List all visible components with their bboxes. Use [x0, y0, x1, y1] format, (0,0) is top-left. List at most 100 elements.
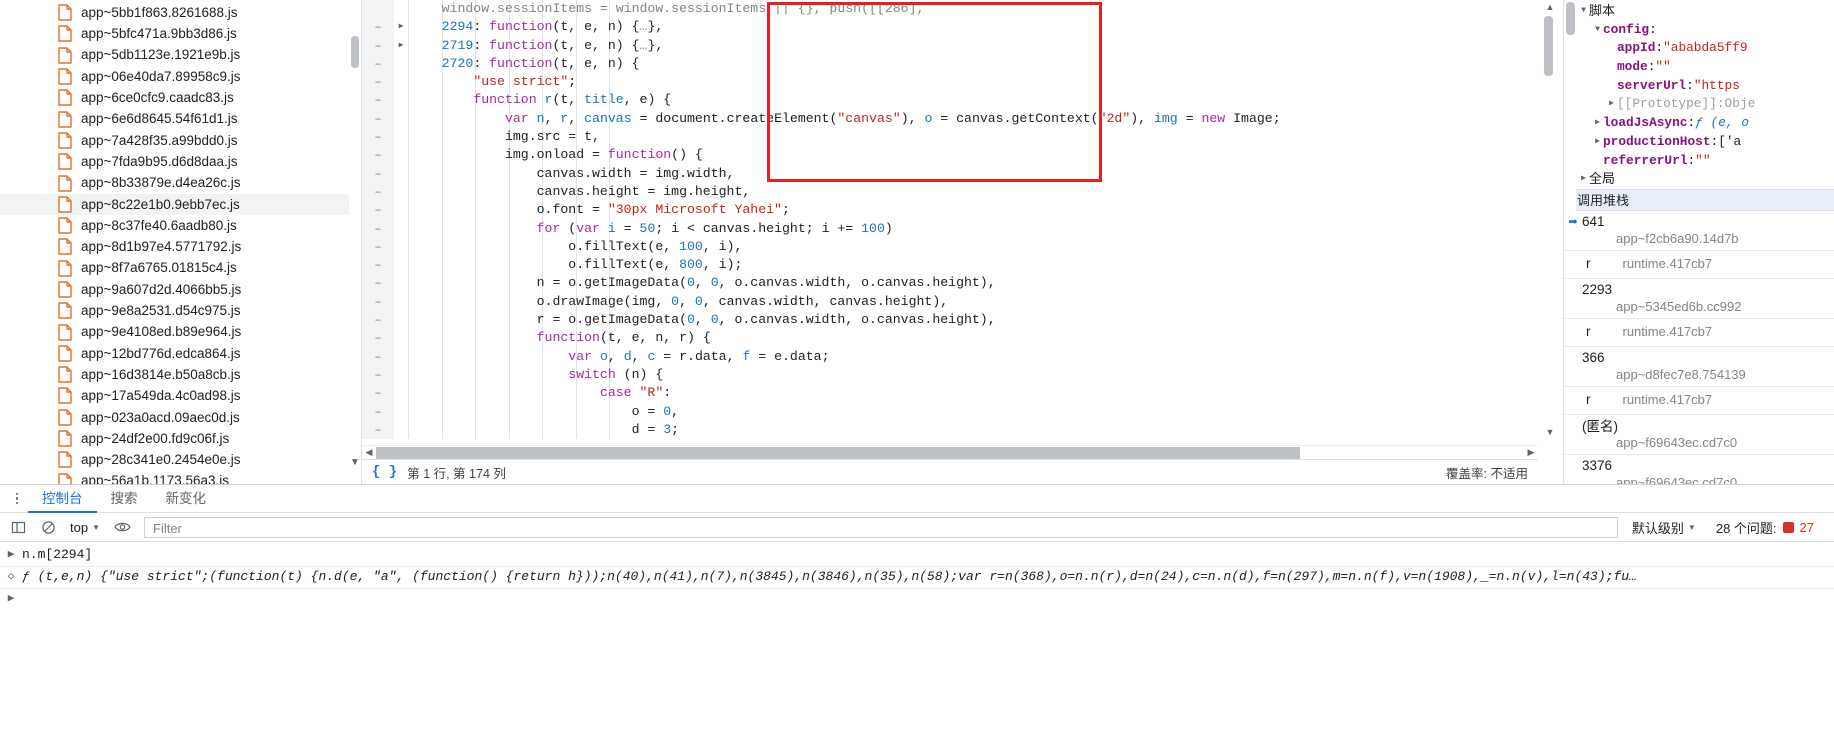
file-list-item[interactable]: app~6ce0cfc9.caadc83.js: [0, 87, 361, 108]
tree-twisty-icon[interactable]: ▶: [1592, 114, 1603, 133]
call-stack-frame[interactable]: ➡ 641 app~f2cb6a90.14d7b: [1564, 211, 1834, 251]
line-gutter-marker[interactable]: –: [362, 128, 394, 146]
editor-hscroll-thumb[interactable]: [376, 446, 1300, 459]
editor-viewport[interactable]: window.sessionItems = window.sessionItem…: [362, 0, 1538, 439]
drawer-tab[interactable]: 新变化: [152, 485, 221, 513]
code-line[interactable]: – for (var i = 50; i < canvas.height; i …: [362, 220, 1538, 238]
file-list-item[interactable]: app~5bb1f863.8261688.js: [0, 2, 361, 23]
console-entry-arrow-icon[interactable]: ▶: [0, 547, 22, 564]
file-list-item[interactable]: app~16d3814e.b50a8cb.js: [0, 364, 361, 385]
code-line[interactable]: – o = 0,: [362, 403, 1538, 421]
file-list-item[interactable]: app~24df2e00.fd9c06f.js: [0, 428, 361, 449]
console-log-level-select[interactable]: 默认级别 ▼: [1632, 518, 1710, 537]
line-gutter-marker[interactable]: [362, 0, 394, 18]
console-output[interactable]: ▶ n.m[2294] ◇ ƒ (t,e,n) {"use strict";(func…: [0, 542, 1834, 751]
file-list-item[interactable]: app~5db1123e.1921e9b.js: [0, 45, 361, 66]
call-stack-frame[interactable]: r runtime.417cb7: [1564, 251, 1834, 279]
line-gutter-marker[interactable]: –: [362, 201, 394, 219]
file-list-item[interactable]: app~8d1b97e4.5771792.js: [0, 236, 361, 257]
code-line[interactable]: – o.font = "30px Microsoft Yahei";: [362, 201, 1538, 219]
code-line[interactable]: – o.fillText(e, 100, i),: [362, 238, 1538, 256]
console-message-row[interactable]: ◇ ƒ (t,e,n) {"use strict";(function(t) {n…: [0, 567, 1834, 589]
code-line[interactable]: – function r(t, title, e) {: [362, 91, 1538, 109]
pretty-print-icon[interactable]: { }: [372, 464, 397, 480]
file-list-item[interactable]: app~7a428f35.a99bdd0.js: [0, 130, 361, 151]
line-gutter-marker[interactable]: –: [362, 220, 394, 238]
editor-horizontal-scrollbar[interactable]: ◀ ▶: [362, 445, 1538, 459]
code-line[interactable]: – o.drawImage(img, 0, 0, canvas.width, c…: [362, 293, 1538, 311]
chevron-down-icon[interactable]: ▼: [92, 523, 100, 532]
live-expression-eye-icon[interactable]: [110, 515, 134, 539]
call-stack-header[interactable]: ▼ 调用堆栈: [1564, 188, 1834, 211]
file-list-item[interactable]: app~9a607d2d.4066bb5.js: [0, 279, 361, 300]
code-fold-toggle-icon[interactable]: ▶: [394, 37, 408, 55]
debugger-scroll-thumb[interactable]: [1566, 2, 1575, 35]
code-line[interactable]: – d = 3;: [362, 421, 1538, 439]
code-line[interactable]: – canvas.height = img.height,: [362, 183, 1538, 201]
scope-property-row[interactable]: ▶ [[Prototype]]: Obje: [1578, 95, 1834, 114]
code-line[interactable]: – "use strict";: [362, 73, 1538, 91]
file-list-item[interactable]: app~8c37fe40.6aadb80.js: [0, 215, 361, 236]
code-line[interactable]: – r = o.getImageData(0, 0, o.canvas.widt…: [362, 311, 1538, 329]
file-list[interactable]: app~5bb1f863.8261688.js app~5bfc471a.9bb3…: [0, 0, 361, 484]
code-line[interactable]: – ▶ 2719: function(t, e, n) {…},: [362, 37, 1538, 55]
file-list-item[interactable]: app~9e8a2531.d54c975.js: [0, 300, 361, 321]
console-filter-input[interactable]: Filter: [144, 516, 1618, 538]
line-gutter-marker[interactable]: –: [362, 256, 394, 274]
line-gutter-marker[interactable]: –: [362, 238, 394, 256]
scope-property-row[interactable]: mode: "": [1578, 58, 1834, 77]
scope-property-row[interactable]: ▶ loadJsAsync: ƒ (e, o: [1578, 114, 1834, 133]
line-gutter-marker[interactable]: –: [362, 274, 394, 292]
call-stack-frame[interactable]: r runtime.417cb7: [1564, 387, 1834, 415]
editor-scroll-thumb[interactable]: [1544, 16, 1553, 76]
file-list-item[interactable]: app~06e40da7.89958c9.js: [0, 66, 361, 87]
code-line[interactable]: – o.fillText(e, 800, i);: [362, 256, 1538, 274]
navigator-scrollbar[interactable]: ▼: [349, 0, 361, 484]
scope-property-row[interactable]: appId: "ababda5ff9: [1578, 39, 1834, 58]
code-lines[interactable]: window.sessionItems = window.sessionItem…: [362, 0, 1538, 439]
line-gutter-marker[interactable]: –: [362, 146, 394, 164]
console-entry-arrow-icon[interactable]: ◇: [0, 569, 22, 586]
call-stack-frame[interactable]: 366 app~d8fec7e8.754139: [1564, 347, 1834, 387]
line-gutter-marker[interactable]: –: [362, 366, 394, 384]
issues-indicator[interactable]: 28 个问题: 27: [1716, 518, 1828, 537]
code-line[interactable]: – case "R":: [362, 384, 1538, 402]
editor-hscroll-track[interactable]: [376, 446, 1524, 459]
call-stack-frame[interactable]: r runtime.417cb7: [1564, 319, 1834, 347]
code-line[interactable]: – canvas.width = img.width,: [362, 165, 1538, 183]
scope-tree[interactable]: ▼ 脚本 ▼ config: appId: "ababda5ff9 mode: "" ser…: [1578, 0, 1834, 189]
more-options-icon[interactable]: [6, 488, 28, 510]
file-list-item[interactable]: app~8b33879e.d4ea26c.js: [0, 172, 361, 193]
line-gutter-marker[interactable]: –: [362, 165, 394, 183]
execution-context-select[interactable]: top ▼: [66, 516, 104, 538]
file-list-item[interactable]: app~17a549da.4c0ad98.js: [0, 385, 361, 406]
line-gutter-marker[interactable]: –: [362, 37, 394, 55]
file-list-item[interactable]: app~6e6d8645.54f61d1.js: [0, 108, 361, 129]
tree-twisty-icon[interactable]: ▶: [1578, 170, 1589, 189]
editor-vertical-scrollbar[interactable]: ▲ ▼: [1538, 0, 1563, 439]
code-line[interactable]: – var n, r, canvas = document.createElem…: [362, 110, 1538, 128]
code-fold-toggle-icon[interactable]: ▶: [394, 18, 408, 36]
line-gutter-marker[interactable]: –: [362, 384, 394, 402]
tree-twisty-icon[interactable]: ▶: [1592, 133, 1603, 152]
line-gutter-marker[interactable]: –: [362, 183, 394, 201]
editor-scroll-left-icon[interactable]: ◀: [362, 447, 376, 458]
drawer-tabs[interactable]: 控制台 搜索 新变化: [28, 485, 220, 513]
code-line[interactable]: – var o, d, c = r.data, f = e.data;: [362, 348, 1538, 366]
scope-property-row[interactable]: referrerUrl: "": [1578, 152, 1834, 171]
file-list-item[interactable]: app~8c22e1b0.9ebb7ec.js: [0, 193, 361, 215]
scope-property-row[interactable]: serverUrl: "https: [1578, 77, 1834, 96]
line-gutter-marker[interactable]: –: [362, 55, 394, 73]
call-stack-frame[interactable]: 3376 app~f69643ec.cd7c0: [1564, 455, 1834, 484]
line-gutter-marker[interactable]: –: [362, 329, 394, 347]
scope-section-row[interactable]: ▶ 全局: [1578, 170, 1834, 189]
file-list-item[interactable]: app~28c341e0.2454e0e.js: [0, 449, 361, 470]
line-gutter-marker[interactable]: –: [362, 403, 394, 421]
code-line[interactable]: – switch (n) {: [362, 366, 1538, 384]
line-gutter-marker[interactable]: –: [362, 421, 394, 439]
tree-twisty-icon[interactable]: ▼: [1578, 2, 1589, 21]
drawer-tab[interactable]: 搜索: [97, 485, 152, 513]
call-stack-frame[interactable]: (匿名) app~f69643ec.cd7c0: [1564, 415, 1834, 455]
editor-scroll-up-icon[interactable]: ▲: [1545, 2, 1555, 12]
code-line[interactable]: – img.onload = function() {: [362, 146, 1538, 164]
